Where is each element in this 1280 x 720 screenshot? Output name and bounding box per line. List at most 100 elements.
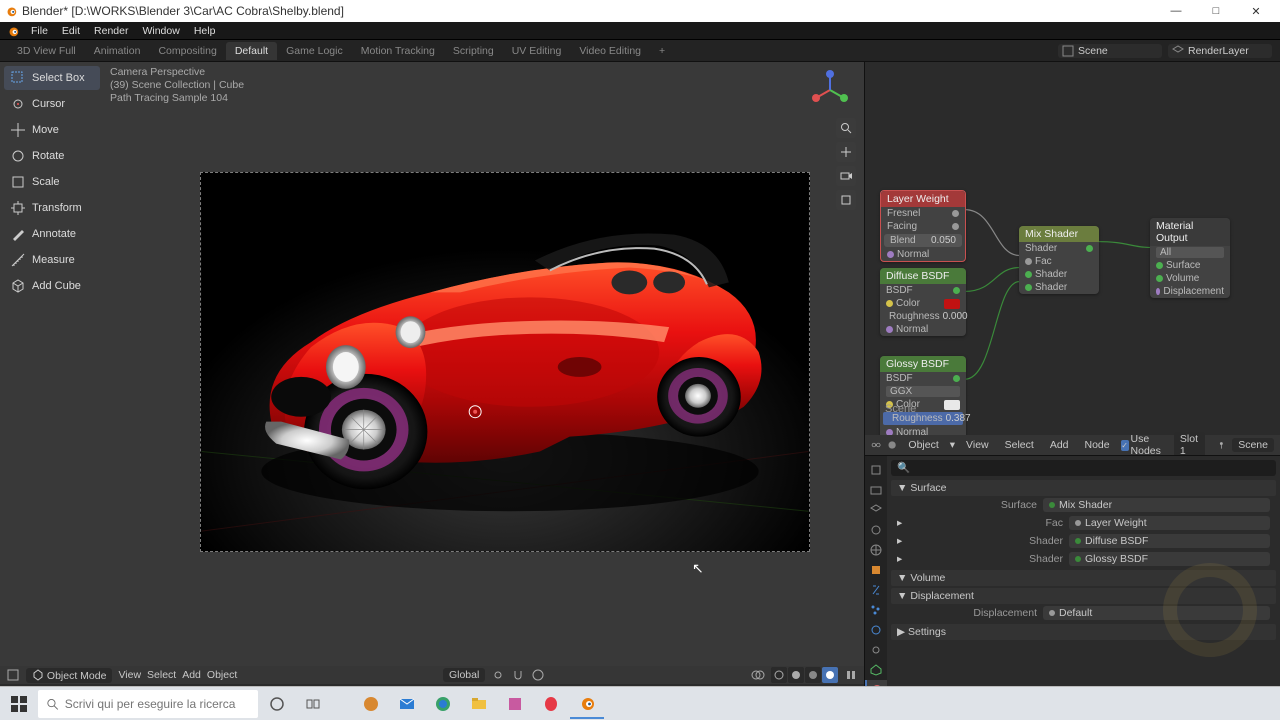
- vp-menu-object[interactable]: Object: [207, 669, 237, 681]
- row-fac-value[interactable]: Layer Weight: [1069, 516, 1270, 530]
- proptab-render[interactable]: [865, 460, 887, 480]
- row-shader1-value[interactable]: Diffuse BSDF: [1069, 534, 1270, 548]
- roughness-label[interactable]: Roughness: [889, 311, 940, 322]
- tool-measure[interactable]: Measure: [4, 248, 100, 272]
- zoom-icon[interactable]: [836, 118, 856, 138]
- app-icon-mail[interactable]: [390, 689, 424, 719]
- proptab-object[interactable]: [865, 560, 887, 580]
- app-icon-edge[interactable]: [426, 689, 460, 719]
- app-icon-blender[interactable]: [570, 689, 604, 719]
- output-target[interactable]: All: [1156, 247, 1224, 258]
- editor-type-icon[interactable]: [871, 438, 881, 452]
- start-button[interactable]: [2, 689, 36, 719]
- 3d-viewport[interactable]: Select Box Cursor Move Rotate Scale Tran…: [0, 62, 864, 700]
- roughness-value[interactable]: 0.000: [943, 311, 968, 322]
- overlays-icon[interactable]: [751, 668, 765, 682]
- window-maximize-button[interactable]: □: [1196, 5, 1236, 17]
- proptab-output[interactable]: [865, 480, 887, 500]
- shade-solid[interactable]: [788, 667, 804, 683]
- node-header-output[interactable]: Material Output: [1150, 218, 1230, 246]
- shade-material[interactable]: [805, 667, 821, 683]
- node-header-glossy[interactable]: Glossy BSDF: [880, 356, 966, 372]
- tab-compositing[interactable]: Compositing: [149, 42, 225, 60]
- tab-3dview[interactable]: 3D View Full: [8, 42, 85, 60]
- app-icon-opera[interactable]: [534, 689, 568, 719]
- viewlayer-name-input[interactable]: [1188, 45, 1268, 57]
- window-close-button[interactable]: ✕: [1236, 5, 1276, 18]
- proportional-icon[interactable]: [531, 668, 545, 682]
- vp-menu-add[interactable]: Add: [182, 669, 201, 681]
- proptab-data[interactable]: [865, 660, 887, 680]
- node-menu-add[interactable]: Add: [1045, 439, 1074, 451]
- proptab-scene[interactable]: [865, 520, 887, 540]
- node-header-layerweight[interactable]: Layer Weight: [881, 191, 965, 207]
- tool-transform[interactable]: Transform: [4, 196, 100, 220]
- scene-selector[interactable]: [1058, 44, 1162, 58]
- orientation-selector[interactable]: Global: [443, 668, 485, 682]
- app-icon-2[interactable]: [498, 689, 532, 719]
- app-icon-explorer[interactable]: [462, 689, 496, 719]
- proptab-viewlayer[interactable]: [865, 500, 887, 520]
- blend-label[interactable]: Blend: [890, 235, 928, 246]
- cortana-icon[interactable]: [260, 689, 294, 719]
- roughness-value[interactable]: 0.387: [946, 413, 971, 424]
- section-surface[interactable]: ▼ Surface: [891, 480, 1276, 496]
- tool-move[interactable]: Move: [4, 118, 100, 142]
- tool-rotate[interactable]: Rotate: [4, 144, 100, 168]
- node-header-diffuse[interactable]: Diffuse BSDF: [880, 268, 966, 284]
- node-menu-node[interactable]: Node: [1080, 439, 1115, 451]
- navigation-gizmo[interactable]: [808, 68, 852, 112]
- menu-window[interactable]: Window: [135, 25, 186, 37]
- menu-help[interactable]: Help: [187, 25, 223, 37]
- pan-icon[interactable]: [836, 142, 856, 162]
- row-surface-value[interactable]: Mix Shader: [1043, 498, 1270, 512]
- menu-render[interactable]: Render: [87, 25, 135, 37]
- perspective-icon[interactable]: [836, 190, 856, 210]
- proptab-world[interactable]: [865, 540, 887, 560]
- proptab-particles[interactable]: [865, 600, 887, 620]
- tool-cursor[interactable]: Cursor: [4, 92, 100, 116]
- snap-icon[interactable]: [511, 668, 525, 682]
- camera-icon[interactable]: [836, 166, 856, 186]
- node-menu-view[interactable]: View: [961, 439, 994, 451]
- tab-motion[interactable]: Motion Tracking: [352, 42, 444, 60]
- distribution-select[interactable]: GGX: [886, 386, 960, 397]
- pause-icon[interactable]: [844, 668, 858, 682]
- vp-menu-view[interactable]: View: [118, 669, 141, 681]
- tab-scripting[interactable]: Scripting: [444, 42, 503, 60]
- tab-gamelogic[interactable]: Game Logic: [277, 42, 352, 60]
- proptab-modifiers[interactable]: [865, 580, 887, 600]
- properties-search[interactable]: [891, 460, 1276, 476]
- tool-annotate[interactable]: Annotate: [4, 222, 100, 246]
- viewlayer-selector[interactable]: [1168, 44, 1272, 58]
- taskview-icon[interactable]: [296, 689, 330, 719]
- app-icon-1[interactable]: [354, 689, 388, 719]
- mode-selector[interactable]: Object Mode: [26, 668, 112, 683]
- node-menu-object[interactable]: Object: [903, 439, 943, 451]
- use-nodes-checkbox[interactable]: ✓Use Nodes: [1121, 433, 1168, 456]
- menu-edit[interactable]: Edit: [55, 25, 87, 37]
- taskbar-search[interactable]: [38, 690, 258, 718]
- vp-menu-select[interactable]: Select: [147, 669, 176, 681]
- shade-rendered[interactable]: [822, 667, 838, 683]
- tab-add[interactable]: +: [650, 42, 674, 60]
- shader-type-icon[interactable]: [887, 438, 897, 452]
- proptab-physics[interactable]: [865, 620, 887, 640]
- pivot-icon[interactable]: [491, 668, 505, 682]
- tab-animation[interactable]: Animation: [85, 42, 150, 60]
- blend-value[interactable]: 0.050: [931, 235, 956, 246]
- tab-video[interactable]: Video Editing: [570, 42, 650, 60]
- socket-color[interactable]: Color: [896, 298, 941, 309]
- tool-scale[interactable]: Scale: [4, 170, 100, 194]
- shade-wireframe[interactable]: [771, 667, 787, 683]
- menu-file[interactable]: File: [24, 25, 55, 37]
- proptab-constraints[interactable]: [865, 640, 887, 660]
- taskbar-search-input[interactable]: [65, 697, 250, 711]
- tab-uv[interactable]: UV Editing: [503, 42, 571, 60]
- node-scene-selector[interactable]: Scene: [1232, 438, 1274, 452]
- tool-add-cube[interactable]: Add Cube: [4, 274, 100, 298]
- tab-default[interactable]: Default: [226, 42, 277, 60]
- window-minimize-button[interactable]: —: [1156, 5, 1196, 17]
- scene-name-input[interactable]: [1078, 45, 1158, 57]
- node-menu-select[interactable]: Select: [1000, 439, 1039, 451]
